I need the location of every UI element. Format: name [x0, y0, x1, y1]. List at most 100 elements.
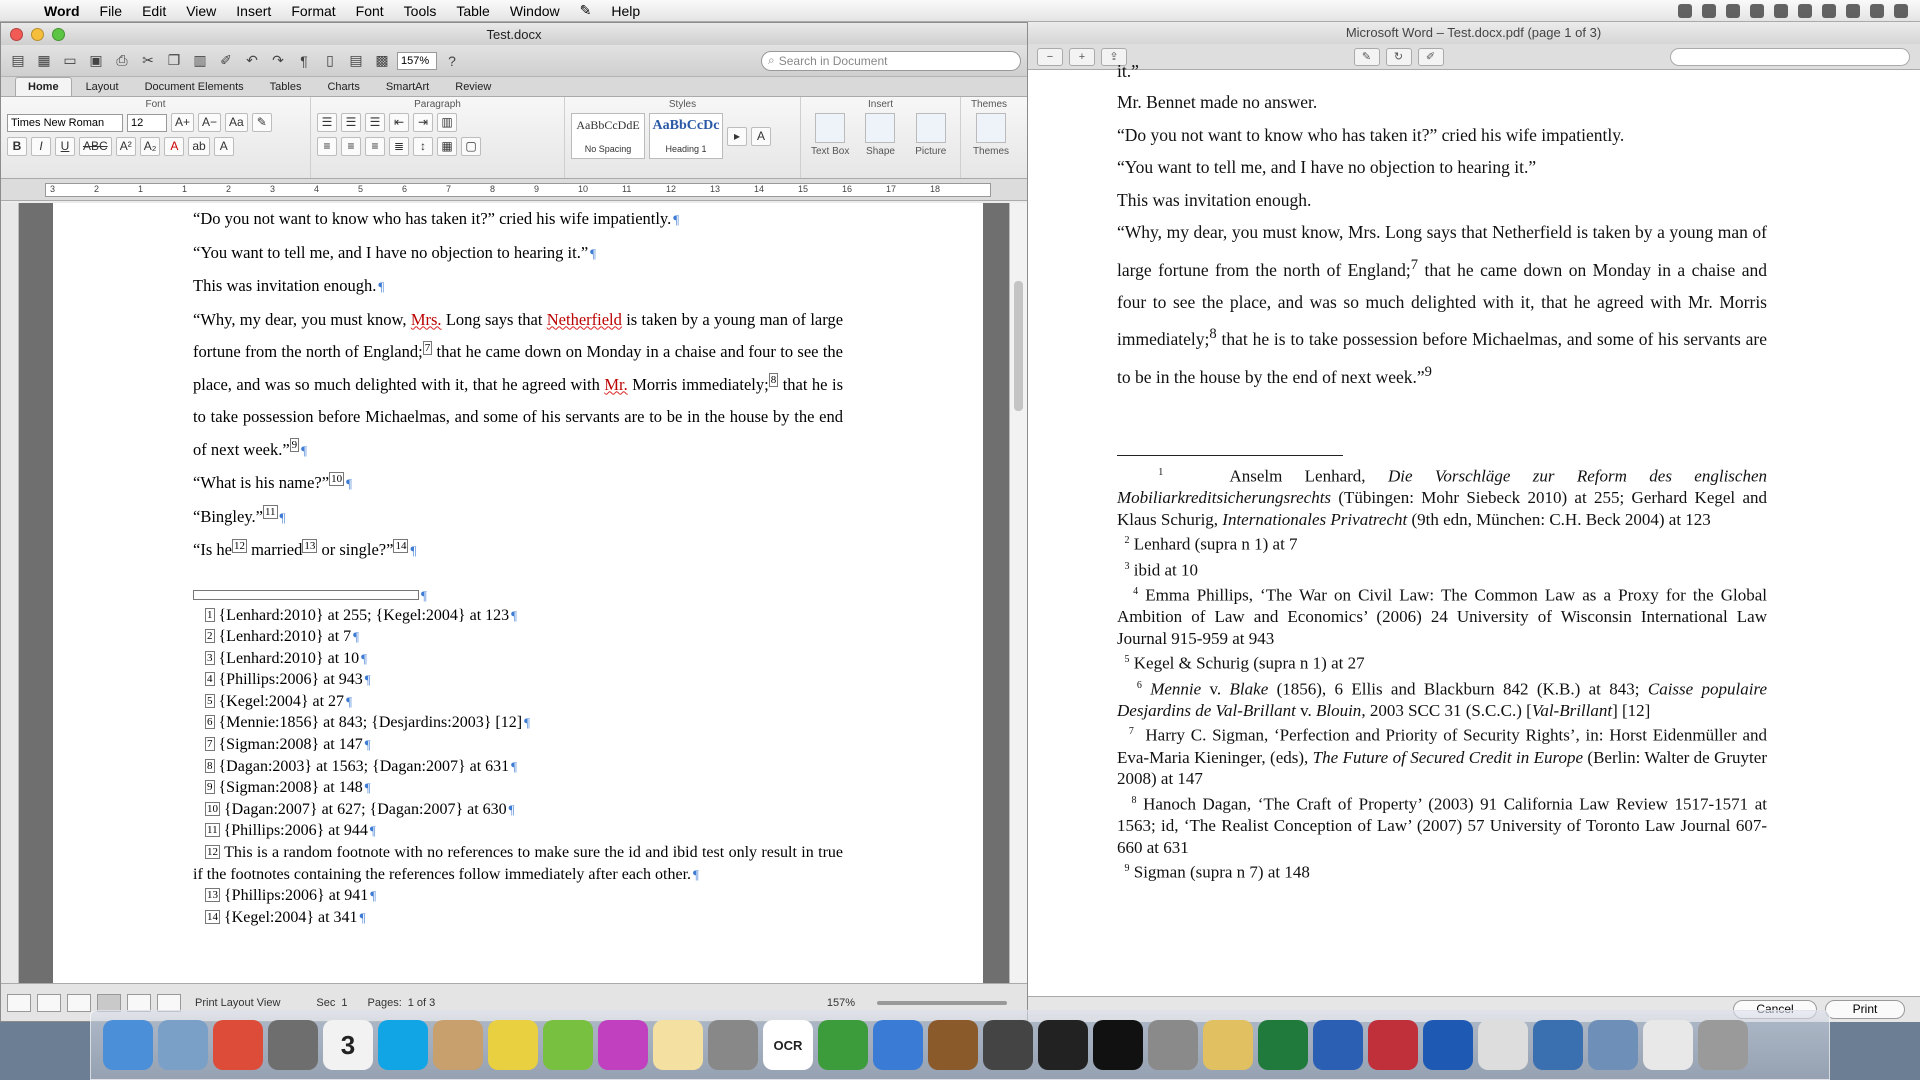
- sidebar-icon[interactable]: ▯: [319, 50, 341, 72]
- print-layout-button[interactable]: [97, 993, 121, 1012]
- line-spacing-button[interactable]: ↕: [413, 137, 433, 156]
- templates-icon[interactable]: ▦: [33, 50, 55, 72]
- tab-layout[interactable]: Layout: [74, 78, 131, 96]
- new-document-icon[interactable]: ▤: [7, 50, 29, 72]
- dock-photo-icon[interactable]: [928, 1020, 978, 1070]
- document-page[interactable]: “Do you not want to know who has taken i…: [53, 203, 983, 983]
- script-menu-icon[interactable]: ✎: [570, 2, 602, 19]
- help-icon[interactable]: ?: [441, 50, 463, 72]
- time-machine-icon[interactable]: [1798, 3, 1812, 18]
- dock-doc-icon[interactable]: [1643, 1020, 1693, 1070]
- dock-trash-icon[interactable]: [1698, 1020, 1748, 1070]
- highlight-button[interactable]: ab: [188, 137, 210, 156]
- paragraph[interactable]: “Bingley.” 11 ¶: [193, 501, 843, 535]
- menu-edit[interactable]: Edit: [132, 3, 176, 19]
- align-left-button[interactable]: ≡: [317, 137, 337, 156]
- toolbox-icon[interactable]: ▩: [371, 50, 393, 72]
- save-icon[interactable]: ▣: [85, 50, 107, 72]
- search-field[interactable]: ⌕ Search in Document: [761, 50, 1021, 71]
- tab-smartart[interactable]: SmartArt: [374, 78, 441, 96]
- print-icon[interactable]: ⎙: [111, 50, 133, 72]
- footnote-ref[interactable]: 10: [329, 471, 345, 486]
- airplay-icon[interactable]: [1702, 3, 1716, 18]
- dock-cite-icon[interactable]: [488, 1020, 538, 1070]
- tab-home[interactable]: Home: [15, 77, 72, 96]
- cut-icon[interactable]: ✂: [137, 50, 159, 72]
- dock-skype-icon[interactable]: [378, 1020, 428, 1070]
- menu-window[interactable]: Window: [500, 3, 570, 19]
- dock-pdf-icon[interactable]: [1368, 1020, 1418, 1070]
- dropbox-icon[interactable]: [1726, 3, 1740, 18]
- tab-document-elements[interactable]: Document Elements: [133, 78, 256, 96]
- text-box-button[interactable]: Text Box: [807, 113, 853, 157]
- bullets-button[interactable]: ☰: [317, 113, 337, 132]
- columns-button[interactable]: ▥: [437, 113, 457, 132]
- menu-format[interactable]: Format: [281, 3, 345, 19]
- draft-view-button[interactable]: [7, 993, 31, 1012]
- zoom-out-icon[interactable]: −: [1037, 47, 1063, 66]
- grow-font-button[interactable]: A+: [171, 113, 195, 132]
- bold-button[interactable]: B: [7, 137, 27, 156]
- decrease-indent-button[interactable]: ⇤: [389, 113, 409, 132]
- menu-view[interactable]: View: [176, 3, 226, 19]
- footnote-item[interactable]: 11 {Phillips:2006} at 944 ¶: [193, 820, 843, 842]
- wifi-icon[interactable]: [1846, 3, 1860, 18]
- numbering-button[interactable]: ☰: [341, 113, 361, 132]
- gallery-icon[interactable]: ▤: [345, 50, 367, 72]
- footnote-ref[interactable]: 13: [302, 538, 318, 553]
- outline-view-button[interactable]: [37, 993, 61, 1012]
- borders-button[interactable]: ▢: [461, 137, 481, 156]
- style-no-spacing[interactable]: AaBbCcDdE No Spacing: [571, 113, 645, 159]
- dock-search-icon[interactable]: [1533, 1020, 1583, 1070]
- footnote-item[interactable]: 7 {Sigman:2008} at 147 ¶: [193, 734, 843, 756]
- publishing-view-button[interactable]: [67, 993, 91, 1012]
- menu-tools[interactable]: Tools: [394, 3, 447, 19]
- tab-review[interactable]: Review: [443, 78, 503, 96]
- footnote-item[interactable]: 12 This is a random footnote with no ref…: [193, 842, 843, 885]
- paste-icon[interactable]: ▥: [189, 50, 211, 72]
- footnote-item[interactable]: 9 {Sigman:2008} at 148 ¶: [193, 777, 843, 799]
- themes-button[interactable]: Themes: [967, 113, 1015, 157]
- dock-ocr-icon[interactable]: OCR: [763, 1020, 813, 1070]
- footnote-item[interactable]: 4 {Phillips:2006} at 943 ¶: [193, 669, 843, 691]
- font-color-button[interactable]: A: [164, 137, 185, 156]
- footnote-item[interactable]: 3 {Lenhard:2010} at 10 ¶: [193, 648, 843, 670]
- shrink-font-button[interactable]: A−: [198, 113, 222, 132]
- tab-charts[interactable]: Charts: [315, 78, 371, 96]
- minimize-button[interactable]: [31, 27, 44, 41]
- dock-excel-icon[interactable]: [1258, 1020, 1308, 1070]
- dock-itunes-icon[interactable]: [873, 1020, 923, 1070]
- styles-next-button[interactable]: ▸: [727, 126, 747, 146]
- zoom-in-icon[interactable]: +: [1069, 47, 1095, 66]
- clear-format-button[interactable]: ✎: [251, 113, 272, 132]
- dock-mail-icon[interactable]: [158, 1020, 208, 1070]
- print-button[interactable]: Print: [1825, 1000, 1905, 1019]
- dock-contacts-icon[interactable]: [433, 1020, 483, 1070]
- undo-icon[interactable]: ↶: [241, 50, 263, 72]
- copy-icon[interactable]: ❐: [163, 50, 185, 72]
- upload-icon[interactable]: [1750, 3, 1764, 18]
- open-icon[interactable]: ▭: [59, 50, 81, 72]
- multilevel-button[interactable]: ☰: [365, 113, 385, 132]
- paragraph[interactable]: “Why, my dear, you must know, Mrs. Long …: [193, 304, 843, 468]
- dock-terminal-icon[interactable]: [1093, 1020, 1143, 1070]
- footnote-item[interactable]: 10 {Dagan:2007} at 627; {Dagan:2007} at …: [193, 799, 843, 821]
- paragraph[interactable]: This was invitation enough. ¶: [193, 270, 843, 304]
- footnote-item[interactable]: 13 {Phillips:2006} at 941 ¶: [193, 885, 843, 907]
- bluetooth-icon[interactable]: [1822, 3, 1836, 18]
- dock-finder-icon[interactable]: [103, 1020, 153, 1070]
- justify-button[interactable]: ≣: [389, 137, 409, 156]
- tab-tables[interactable]: Tables: [258, 78, 314, 96]
- menu-help[interactable]: Help: [601, 3, 650, 19]
- menu-insert[interactable]: Insert: [226, 3, 281, 19]
- dock-calendar-icon[interactable]: 3: [323, 1020, 373, 1070]
- document-body[interactable]: “Do you not want to know who has taken i…: [193, 203, 843, 928]
- dock-preview-icon[interactable]: [1588, 1020, 1638, 1070]
- text-effects-button[interactable]: A: [213, 137, 234, 156]
- dock-word-icon[interactable]: [1313, 1020, 1363, 1070]
- scroll-thumb[interactable]: [1014, 281, 1023, 411]
- superscript-button[interactable]: A²: [115, 137, 136, 156]
- footnote-ref[interactable]: 9: [289, 438, 300, 452]
- format-painter-icon[interactable]: ✐: [215, 50, 237, 72]
- horizontal-ruler[interactable]: 3 2 1 1 2 3 4 5 6 7 8 9 10 11 12 13 14 15 16 17 18: [45, 183, 991, 197]
